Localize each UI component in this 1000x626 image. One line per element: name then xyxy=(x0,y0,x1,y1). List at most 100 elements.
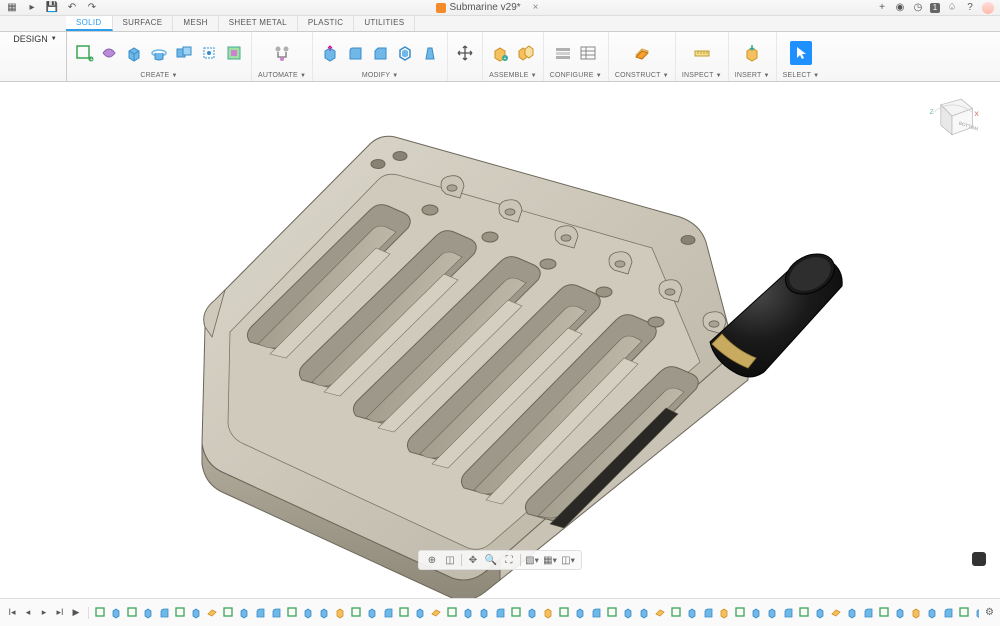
timeline-feature-plane[interactable] xyxy=(829,605,843,621)
job-status-icon[interactable]: ◷ xyxy=(912,2,924,14)
tab-surface[interactable]: SURFACE xyxy=(113,16,174,31)
timeline-feature-sketch[interactable] xyxy=(797,605,811,621)
timeline-feature-extrude[interactable] xyxy=(685,605,699,621)
fit-icon[interactable]: ⛶ xyxy=(502,553,516,567)
timeline-feature-sketch[interactable] xyxy=(397,605,411,621)
new-component-icon[interactable]: + xyxy=(489,41,511,65)
viewcube[interactable]: BOTTOM Z X xyxy=(924,88,980,144)
timeline-feature-sketch[interactable] xyxy=(957,605,971,621)
timeline-feature-sketch[interactable] xyxy=(285,605,299,621)
timeline-feature-sketch[interactable] xyxy=(877,605,891,621)
undo-icon[interactable]: ↶ xyxy=(66,2,78,14)
user-avatar[interactable] xyxy=(982,2,994,14)
timeline-feature-extrude[interactable] xyxy=(317,605,331,621)
configure-table-icon[interactable] xyxy=(577,41,599,65)
timeline-feature-sketch[interactable] xyxy=(557,605,571,621)
viewport-layout-icon[interactable]: ◫▾ xyxy=(561,553,575,567)
create-form-icon[interactable] xyxy=(98,41,120,65)
data-panel-icon[interactable]: ◉ xyxy=(894,2,906,14)
sweep-icon[interactable] xyxy=(173,41,195,65)
timeline-feature-fillet[interactable] xyxy=(157,605,171,621)
timeline-feature-fillet[interactable] xyxy=(701,605,715,621)
notifications-icon[interactable]: ♤ xyxy=(946,2,958,14)
save-icon[interactable]: 💾 xyxy=(46,2,58,14)
timeline-feature-component[interactable] xyxy=(333,605,347,621)
display-settings-icon[interactable]: ▧▾ xyxy=(525,553,539,567)
close-tab-icon[interactable]: × xyxy=(533,2,539,13)
extrude-icon[interactable] xyxy=(123,41,145,65)
timeline-feature-extrude[interactable] xyxy=(237,605,251,621)
timeline-feature-extrude[interactable] xyxy=(189,605,203,621)
draft-icon[interactable] xyxy=(419,41,441,65)
timeline-feature-fillet[interactable] xyxy=(493,605,507,621)
timeline-feature-sketch[interactable] xyxy=(509,605,523,621)
timeline-feature-component[interactable] xyxy=(717,605,731,621)
timeline-feature-extrude[interactable] xyxy=(461,605,475,621)
extensions-badge[interactable]: 1 xyxy=(930,3,940,13)
file-icon[interactable]: ▸ xyxy=(26,2,38,14)
app-menu-icon[interactable]: ▦ xyxy=(6,2,18,14)
timeline-feature-extrude[interactable] xyxy=(749,605,763,621)
construct-plane-icon[interactable] xyxy=(631,41,653,65)
loft-icon[interactable] xyxy=(198,41,220,65)
look-at-icon[interactable]: ◫ xyxy=(443,553,457,567)
sketch-icon[interactable]: + xyxy=(73,41,95,65)
timeline-feature-plane[interactable] xyxy=(205,605,219,621)
timeline-feature-sketch[interactable] xyxy=(93,605,107,621)
timeline-feature-fillet[interactable] xyxy=(781,605,795,621)
timeline-feature-extrude[interactable] xyxy=(765,605,779,621)
timeline-feature-fillet[interactable] xyxy=(589,605,603,621)
timeline-feature-extrude[interactable] xyxy=(109,605,123,621)
fillet-icon[interactable] xyxy=(344,41,366,65)
zoom-icon[interactable]: 🔍 xyxy=(484,553,498,567)
timeline-back-icon[interactable]: ◂ xyxy=(22,607,34,619)
revolve-icon[interactable] xyxy=(148,41,170,65)
timeline-feature-fillet[interactable] xyxy=(253,605,267,621)
timeline-feature-fillet[interactable] xyxy=(941,605,955,621)
timeline-feature-plane[interactable] xyxy=(429,605,443,621)
comments-icon[interactable] xyxy=(972,552,986,566)
timeline-items[interactable] xyxy=(89,604,979,622)
timeline-feature-sketch[interactable] xyxy=(733,605,747,621)
measure-icon[interactable] xyxy=(691,41,713,65)
timeline-feature-extrude[interactable] xyxy=(477,605,491,621)
timeline-feature-extrude[interactable] xyxy=(813,605,827,621)
timeline-feature-sketch[interactable] xyxy=(605,605,619,621)
move-icon[interactable] xyxy=(454,41,476,65)
timeline-forward-icon[interactable]: ▸ xyxy=(38,607,50,619)
tab-mesh[interactable]: MESH xyxy=(173,16,218,31)
timeline-feature-sketch[interactable] xyxy=(445,605,459,621)
automate-icon[interactable] xyxy=(271,41,293,65)
viewport-3d[interactable]: BOTTOM Z X ⊕ ◫ ✥ 🔍 ⛶ ▧▾ ▦▾ ◫▾ xyxy=(0,82,1000,598)
timeline-feature-fillet[interactable] xyxy=(381,605,395,621)
timeline-end-icon[interactable]: ▸I xyxy=(54,607,66,619)
timeline-feature-extrude[interactable] xyxy=(573,605,587,621)
tab-plastic[interactable]: PLASTIC xyxy=(298,16,354,31)
tab-sheet-metal[interactable]: SHEET METAL xyxy=(219,16,298,31)
shell-icon[interactable] xyxy=(394,41,416,65)
new-design-icon[interactable]: + xyxy=(876,2,888,14)
timeline-feature-fillet[interactable] xyxy=(269,605,283,621)
timeline-feature-extrude[interactable] xyxy=(893,605,907,621)
timeline-feature-fillet[interactable] xyxy=(861,605,875,621)
timeline-start-icon[interactable]: I◂ xyxy=(6,607,18,619)
pan-icon[interactable]: ✥ xyxy=(466,553,480,567)
timeline-feature-sketch[interactable] xyxy=(349,605,363,621)
orbit-icon[interactable]: ⊕ xyxy=(425,553,439,567)
tab-utilities[interactable]: UTILITIES xyxy=(354,16,415,31)
redo-icon[interactable]: ↷ xyxy=(86,2,98,14)
timeline-feature-sketch[interactable] xyxy=(221,605,235,621)
select-icon[interactable] xyxy=(790,41,812,65)
tab-solid[interactable]: SOLID xyxy=(66,16,113,31)
joint-icon[interactable] xyxy=(514,41,536,65)
emboss-icon[interactable] xyxy=(223,41,245,65)
timeline-settings-icon[interactable]: ⚙ xyxy=(979,607,1000,618)
grid-settings-icon[interactable]: ▦▾ xyxy=(543,553,557,567)
timeline-feature-extrude[interactable] xyxy=(925,605,939,621)
timeline-feature-extrude[interactable] xyxy=(637,605,651,621)
workspace-switcher[interactable]: DESIGN ▼ xyxy=(10,34,60,44)
timeline-feature-extrude[interactable] xyxy=(365,605,379,621)
timeline-feature-extrude[interactable] xyxy=(301,605,315,621)
timeline-feature-sketch[interactable] xyxy=(669,605,683,621)
press-pull-icon[interactable] xyxy=(319,41,341,65)
